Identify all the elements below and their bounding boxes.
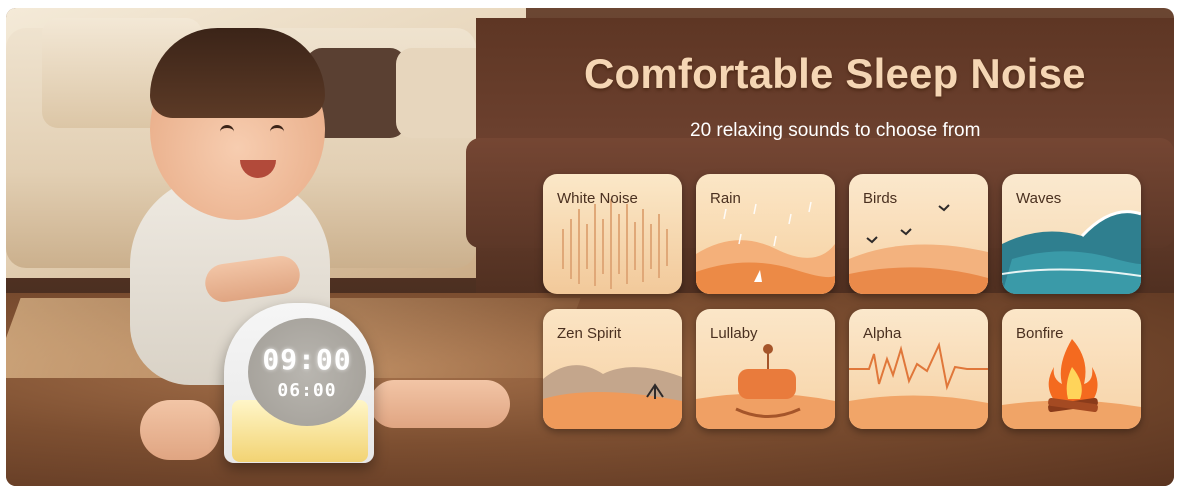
clock-display: 09:00 06:00 <box>248 318 366 426</box>
sound-tile-bonfire[interactable]: Bonfire <box>1002 309 1141 429</box>
baby-eye <box>270 125 284 136</box>
tile-label: Lullaby <box>710 325 758 342</box>
sound-tile-rain[interactable]: Rain <box>696 174 835 294</box>
tile-label: Rain <box>710 190 741 207</box>
tile-label: Waves <box>1016 190 1062 207</box>
sound-grid: White Noise Rain Birds Waves Zen Spirit … <box>543 174 1143 434</box>
alarm-time: 06:00 <box>277 380 337 401</box>
baby-hair <box>150 28 325 118</box>
tile-label: Alpha <box>863 325 902 342</box>
tile-label: Bonfire <box>1016 325 1064 342</box>
sound-tile-waves[interactable]: Waves <box>1002 174 1141 294</box>
banner-title: Comfortable Sleep Noise <box>584 50 1086 97</box>
tile-label: White Noise <box>557 190 638 207</box>
tile-label: Zen Spirit <box>557 325 622 342</box>
baby-leg <box>140 400 220 460</box>
sound-tile-lullaby[interactable]: Lullaby <box>696 309 835 429</box>
sound-tile-zen-spirit[interactable]: Zen Spirit <box>543 309 682 429</box>
sound-tile-white-noise[interactable]: White Noise <box>543 174 682 294</box>
sound-tile-birds[interactable]: Birds <box>849 174 988 294</box>
baby-leg <box>370 380 510 428</box>
baby-eye <box>220 125 234 136</box>
clock-time: 09:00 <box>262 343 352 376</box>
sound-tile-alpha[interactable]: Alpha <box>849 309 988 429</box>
banner-subtitle: 20 relaxing sounds to choose from <box>690 120 981 141</box>
tile-label: Birds <box>863 190 898 207</box>
